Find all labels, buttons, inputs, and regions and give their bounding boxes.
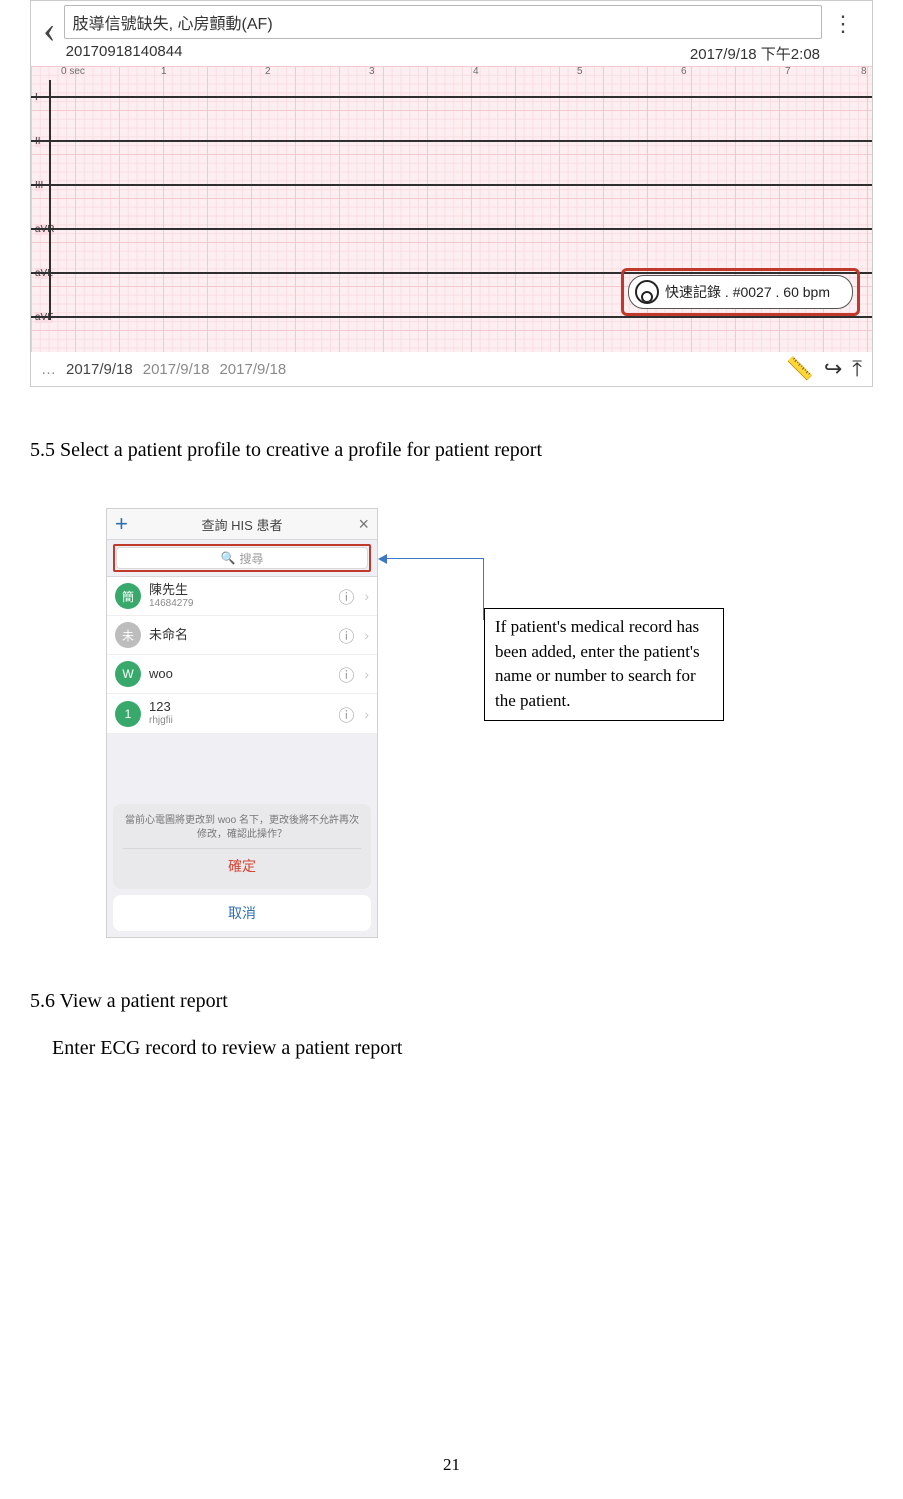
list-item[interactable]: 簡陳先生14684279 ⓘ › (107, 577, 377, 616)
info-icon[interactable]: ⓘ (338, 662, 354, 686)
close-icon[interactable]: × (358, 509, 369, 539)
footer-date[interactable]: 2017/9/18 (66, 361, 133, 378)
info-icon[interactable]: ⓘ (338, 702, 354, 726)
patient-sub: rhjgfii (149, 715, 173, 727)
annotation-arrow (378, 554, 484, 620)
more-icon[interactable]: ⋮ (822, 5, 864, 37)
patient-list-screenshot: + 查詢 HIS 患者 × 🔍 搜尋 簡陳先生14684279ⓘ›未未命名ⓘ›W… (106, 508, 378, 938)
sheet-message: 當前心電圖將更改到 woo 名下，更改後將不允許再次修改，確認此操作？ (123, 814, 361, 842)
footer-date[interactable]: 2017/9/18 (143, 361, 210, 378)
patient-name: 123 (149, 700, 173, 715)
cancel-button[interactable]: 取消 (113, 895, 371, 931)
avatar: 1 (115, 701, 141, 727)
avatar: 未 (115, 622, 141, 648)
ruler-icon[interactable]: 📏 (786, 356, 813, 382)
footer-ellipsis[interactable]: … (41, 361, 56, 378)
share-icon[interactable]: ↪ (824, 356, 842, 382)
list-item[interactable]: 1 123rhjgfii ⓘ › (107, 694, 377, 733)
chevron-right-icon: › (364, 666, 369, 682)
patient-sub: 14684279 (149, 598, 194, 610)
avatar: W (115, 661, 141, 687)
patient-name: 陳先生 (149, 583, 194, 598)
confirm-button[interactable]: 確定 (123, 848, 361, 885)
page-number: 21 (0, 1455, 903, 1475)
info-icon[interactable]: ⓘ (338, 584, 354, 608)
chevron-right-icon: › (364, 627, 369, 643)
search-input[interactable]: 🔍 搜尋 (116, 547, 368, 569)
action-sheet: 當前心電圖將更改到 woo 名下，更改後將不允許再次修改，確認此操作？ 確定 取… (113, 804, 371, 931)
footer-date[interactable]: 2017/9/18 (219, 361, 286, 378)
annotation-box: If patient's medical record has been add… (484, 608, 724, 721)
export-icon[interactable]: ⤒ (852, 356, 862, 382)
ecg-datetime: 2017/9/18 下午2:08 (690, 43, 820, 64)
avatar: 簡 (115, 583, 141, 609)
section-5-5: 5.5 Select a patient profile to creative… (30, 439, 873, 462)
section-5-6: 5.6 View a patient report (30, 990, 873, 1013)
dialog-title: 查詢 HIS 患者 (202, 515, 283, 534)
patient-name: woo (149, 667, 173, 682)
search-icon: 🔍 (221, 551, 236, 565)
search-highlight: 🔍 搜尋 (113, 544, 371, 572)
info-icon[interactable]: ⓘ (338, 623, 354, 647)
list-item[interactable]: 未未命名 ⓘ › (107, 616, 377, 655)
ecg-sec-0: 0 sec (61, 66, 85, 77)
patient-name: 未命名 (149, 628, 188, 643)
ecg-record-id: 20170918140844 (66, 43, 183, 64)
ecg-graph[interactable]: 0 sec 1 2 3 4 5 6 7 8 I II III aVR aVL a… (31, 66, 872, 352)
chevron-right-icon: › (364, 706, 369, 722)
ecg-screenshot: ‹ 肢導信號缺失, 心房顫動(AF) 20170918140844 2017/9… (30, 0, 873, 387)
quick-record-text: 快速記錄 . #0027 . 60 bpm (665, 282, 830, 302)
add-icon[interactable]: + (115, 509, 128, 539)
list-item[interactable]: Wwoo ⓘ › (107, 655, 377, 694)
chevron-right-icon: › (364, 588, 369, 604)
back-icon[interactable]: ‹ (39, 5, 64, 49)
section-5-6-body: Enter ECG record to review a patient rep… (52, 1037, 873, 1060)
person-icon (635, 280, 659, 304)
ecg-title: 肢導信號缺失, 心房顫動(AF) (64, 5, 822, 39)
quick-record-callout: 快速記錄 . #0027 . 60 bpm (621, 268, 860, 316)
